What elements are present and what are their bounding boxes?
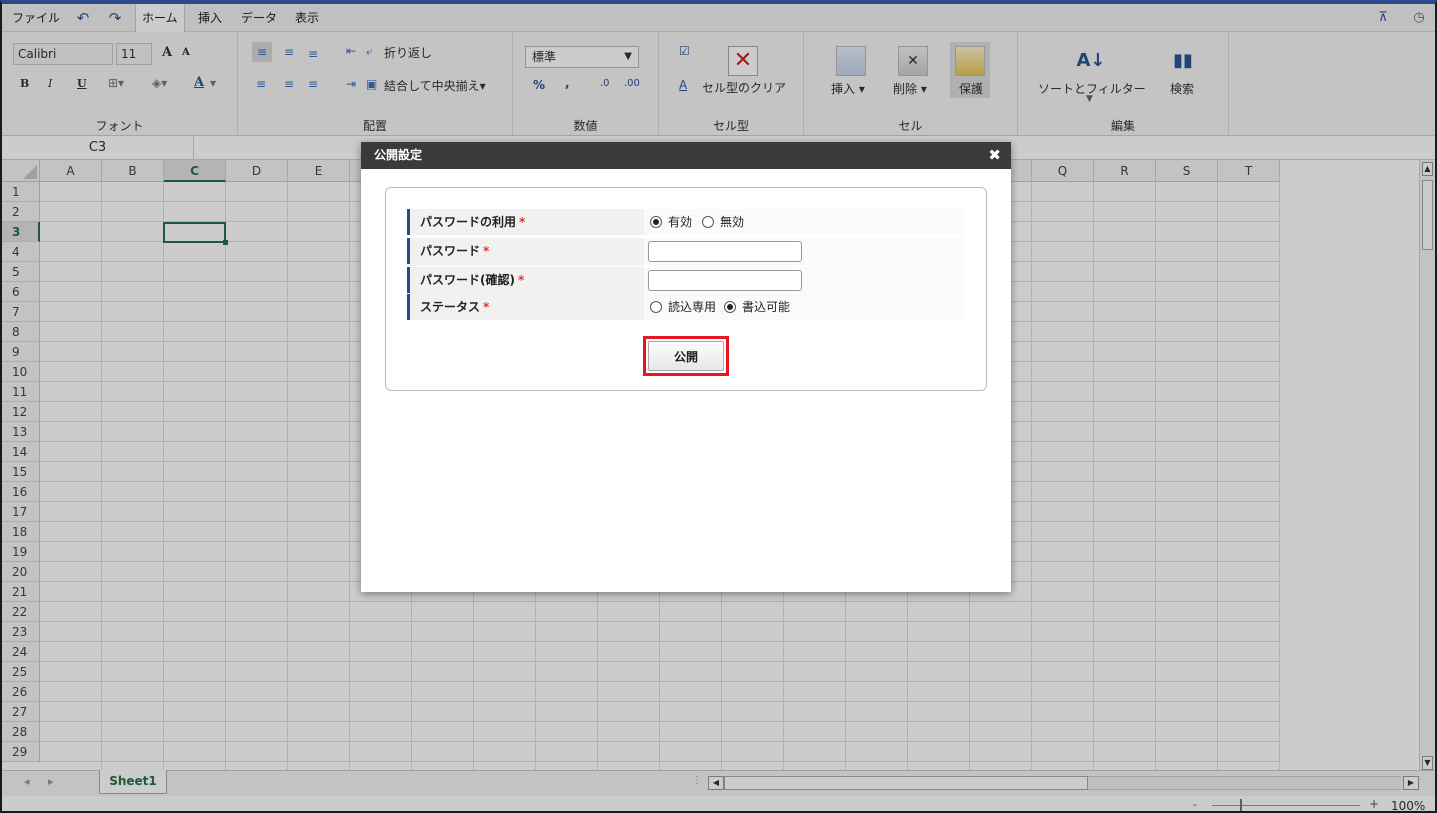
row-status: ステータス * 読込専用 書込可能 — [407, 294, 964, 320]
password-confirm-field-cell — [644, 267, 964, 295]
radio-enabled[interactable] — [650, 216, 662, 228]
row-password-use: パスワードの利用 * 有効 無効 — [407, 209, 964, 235]
status-label: ステータス * — [407, 294, 642, 320]
password-confirm-input[interactable] — [648, 270, 802, 291]
password-use-label: パスワードの利用 * — [407, 209, 642, 235]
status-options: 読込専用 書込可能 — [644, 294, 964, 320]
radio-writable[interactable] — [724, 301, 736, 313]
settings-panel: パスワードの利用 * 有効 無効 パスワード * パスワード(確認) * ステー… — [385, 187, 987, 391]
password-label: パスワード * — [407, 238, 642, 264]
password-confirm-label: パスワード(確認) * — [407, 267, 642, 293]
radio-readonly[interactable] — [650, 301, 662, 313]
publish-button-highlight: 公開 — [643, 336, 729, 376]
publish-button[interactable]: 公開 — [648, 341, 724, 371]
radio-enabled-label[interactable]: 有効 — [668, 209, 692, 235]
radio-readonly-label[interactable]: 読込専用 — [668, 294, 716, 320]
password-use-options: 有効 無効 — [644, 209, 964, 235]
close-icon[interactable]: ✖ — [988, 142, 1001, 169]
app-window: ファイル ↶ ↷ ホーム 挿入 データ 表示 ⊼ ◷ Calibri 11 A … — [0, 0, 1437, 813]
password-field-cell — [644, 238, 964, 266]
publish-settings-dialog: 公開設定 ✖ パスワードの利用 * 有効 無効 パスワード * パスワード(確認… — [361, 142, 1011, 592]
row-password: パスワード * — [407, 238, 964, 266]
radio-disabled-label[interactable]: 無効 — [720, 209, 744, 235]
radio-writable-label[interactable]: 書込可能 — [742, 294, 790, 320]
dialog-title-bar: 公開設定 ✖ — [361, 142, 1011, 169]
radio-disabled[interactable] — [702, 216, 714, 228]
password-input[interactable] — [648, 241, 802, 262]
row-password-confirm: パスワード(確認) * — [407, 267, 964, 295]
dialog-title: 公開設定 — [374, 148, 423, 162]
